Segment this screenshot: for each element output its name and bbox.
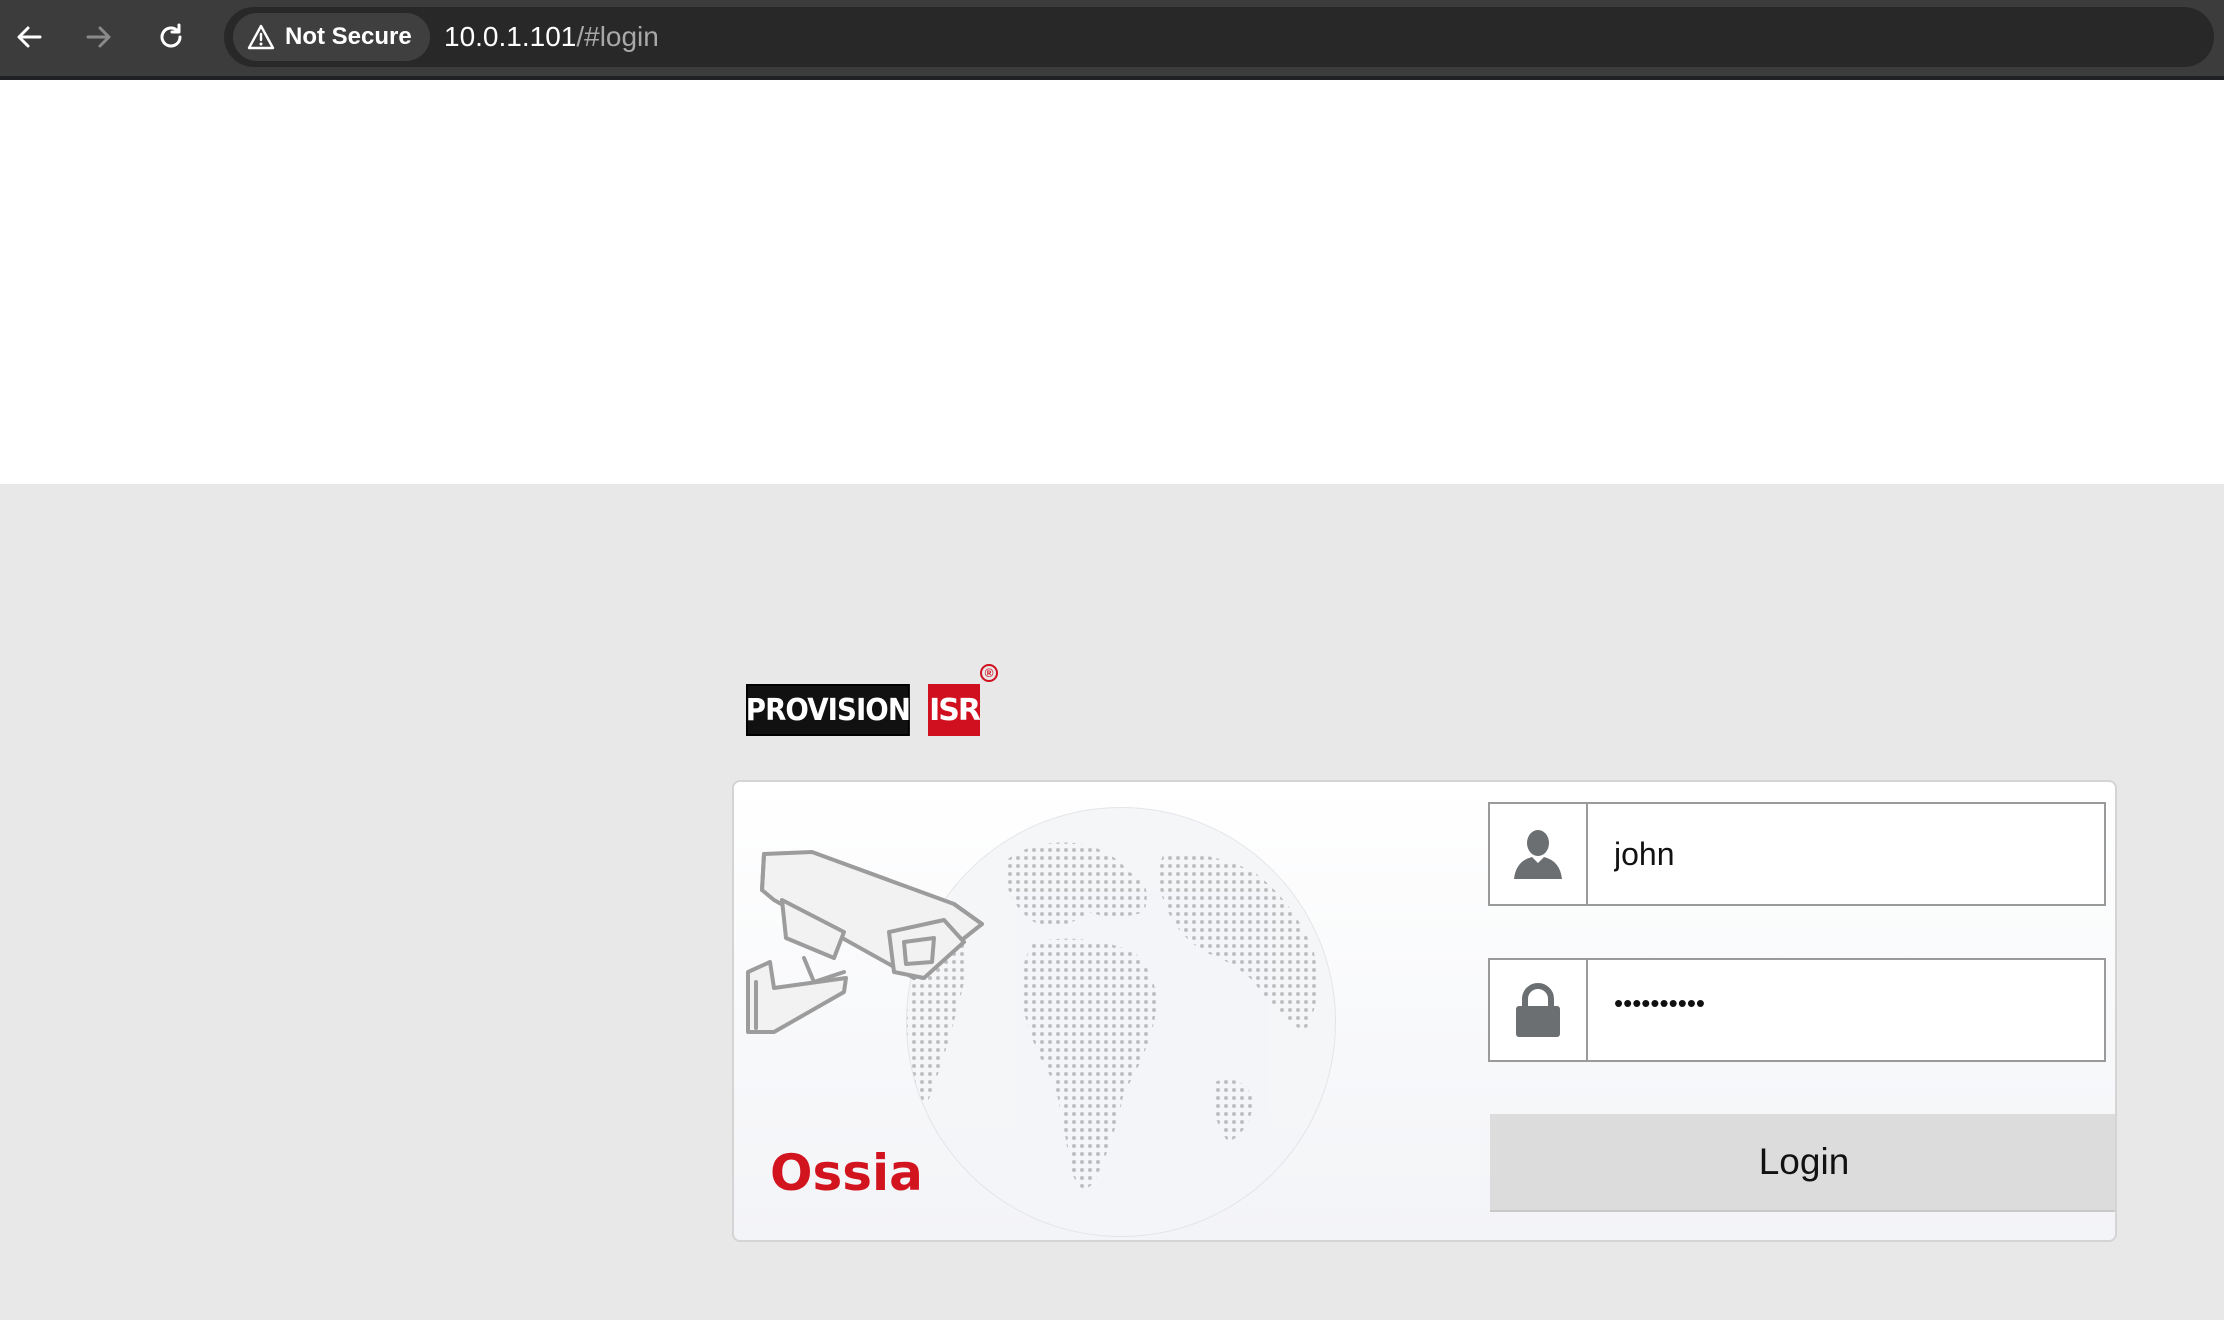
username-field (1488, 802, 2106, 906)
password-input[interactable]: •••••••••• (1590, 960, 2104, 1060)
security-label: Not Secure (285, 23, 412, 50)
product-name: Ossia (770, 1144, 923, 1202)
user-icon-box (1490, 804, 1588, 904)
browser-toolbar: Not Secure 10.0.1.101/#login (0, 0, 2224, 80)
warning-triangle-icon (247, 24, 275, 50)
globe-icon (906, 807, 1336, 1237)
arrow-right-icon (86, 26, 111, 48)
forward-button[interactable] (74, 12, 124, 62)
user-icon (1514, 830, 1562, 879)
page-header-area (0, 84, 2224, 484)
logo-brand-suffix: ISR (928, 684, 981, 736)
logo-brand-text: PROVISION (746, 684, 911, 736)
url-text[interactable]: 10.0.1.101/#login (444, 7, 659, 67)
url-host: 10.0.1.101 (444, 21, 577, 52)
security-indicator[interactable]: Not Secure (233, 13, 430, 61)
login-button[interactable]: Login (1490, 1114, 2115, 1212)
back-button[interactable] (4, 12, 54, 62)
url-path: /#login (576, 21, 659, 52)
lock-icon-box (1490, 960, 1588, 1060)
username-input[interactable] (1590, 804, 2104, 904)
password-masked-value: •••••••••• (1614, 987, 1706, 1018)
arrow-left-icon (17, 26, 42, 48)
address-bar[interactable]: Not Secure 10.0.1.101/#login (224, 7, 2214, 67)
login-card: Ossia •••••••••• Login (732, 780, 2117, 1242)
registered-mark: ® (980, 664, 998, 682)
password-field: •••••••••• (1488, 958, 2106, 1062)
provision-isr-logo: PROVISION ISR ® (744, 664, 1006, 738)
reload-button[interactable] (146, 12, 196, 62)
lock-icon (1516, 983, 1560, 1037)
reload-icon (160, 23, 182, 48)
